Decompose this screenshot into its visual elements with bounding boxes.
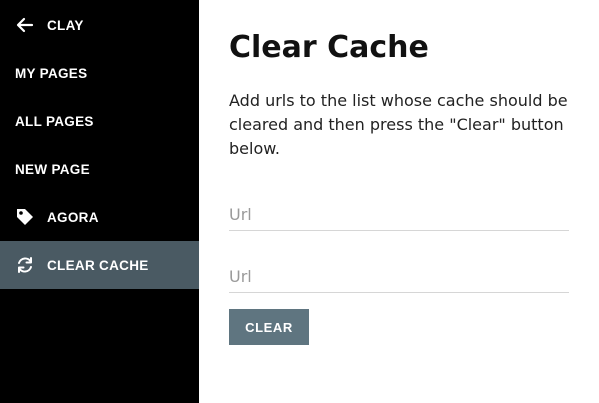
url-input-2[interactable]: [229, 267, 569, 292]
back-link[interactable]: CLAY: [0, 1, 199, 49]
url-field-1: [229, 191, 569, 231]
sidebar-item-label: AGORA: [47, 209, 99, 225]
arrow-left-icon: [15, 15, 35, 35]
page-title: Clear Cache: [229, 30, 429, 65]
sidebar-item-my-pages[interactable]: MY PAGES: [0, 49, 199, 97]
sidebar: CLAY MY PAGES ALL PAGES NEW PAGE AGORA C…: [0, 0, 199, 403]
sidebar-item-label: MY PAGES: [15, 65, 88, 81]
url-input-1[interactable]: [229, 205, 569, 230]
tag-icon: [15, 207, 35, 227]
sidebar-item-new-page[interactable]: NEW PAGE: [0, 145, 199, 193]
back-label: CLAY: [47, 17, 84, 33]
description: Add urls to the list whose cache should …: [229, 91, 568, 158]
url-field-2: [229, 253, 569, 293]
sidebar-item-label: ALL PAGES: [15, 113, 94, 129]
main-content: Clear Cache Add urls to the list whose c…: [199, 0, 599, 403]
refresh-icon: [15, 255, 35, 275]
sidebar-item-clear-cache[interactable]: CLEAR CACHE: [0, 241, 199, 289]
sidebar-item-agora[interactable]: AGORA: [0, 193, 199, 241]
clear-button[interactable]: CLEAR: [229, 309, 309, 345]
app: CLAY MY PAGES ALL PAGES NEW PAGE AGORA C…: [0, 0, 599, 403]
sidebar-item-all-pages[interactable]: ALL PAGES: [0, 97, 199, 145]
sidebar-item-label: CLEAR CACHE: [47, 257, 149, 273]
sidebar-item-label: NEW PAGE: [15, 161, 90, 177]
